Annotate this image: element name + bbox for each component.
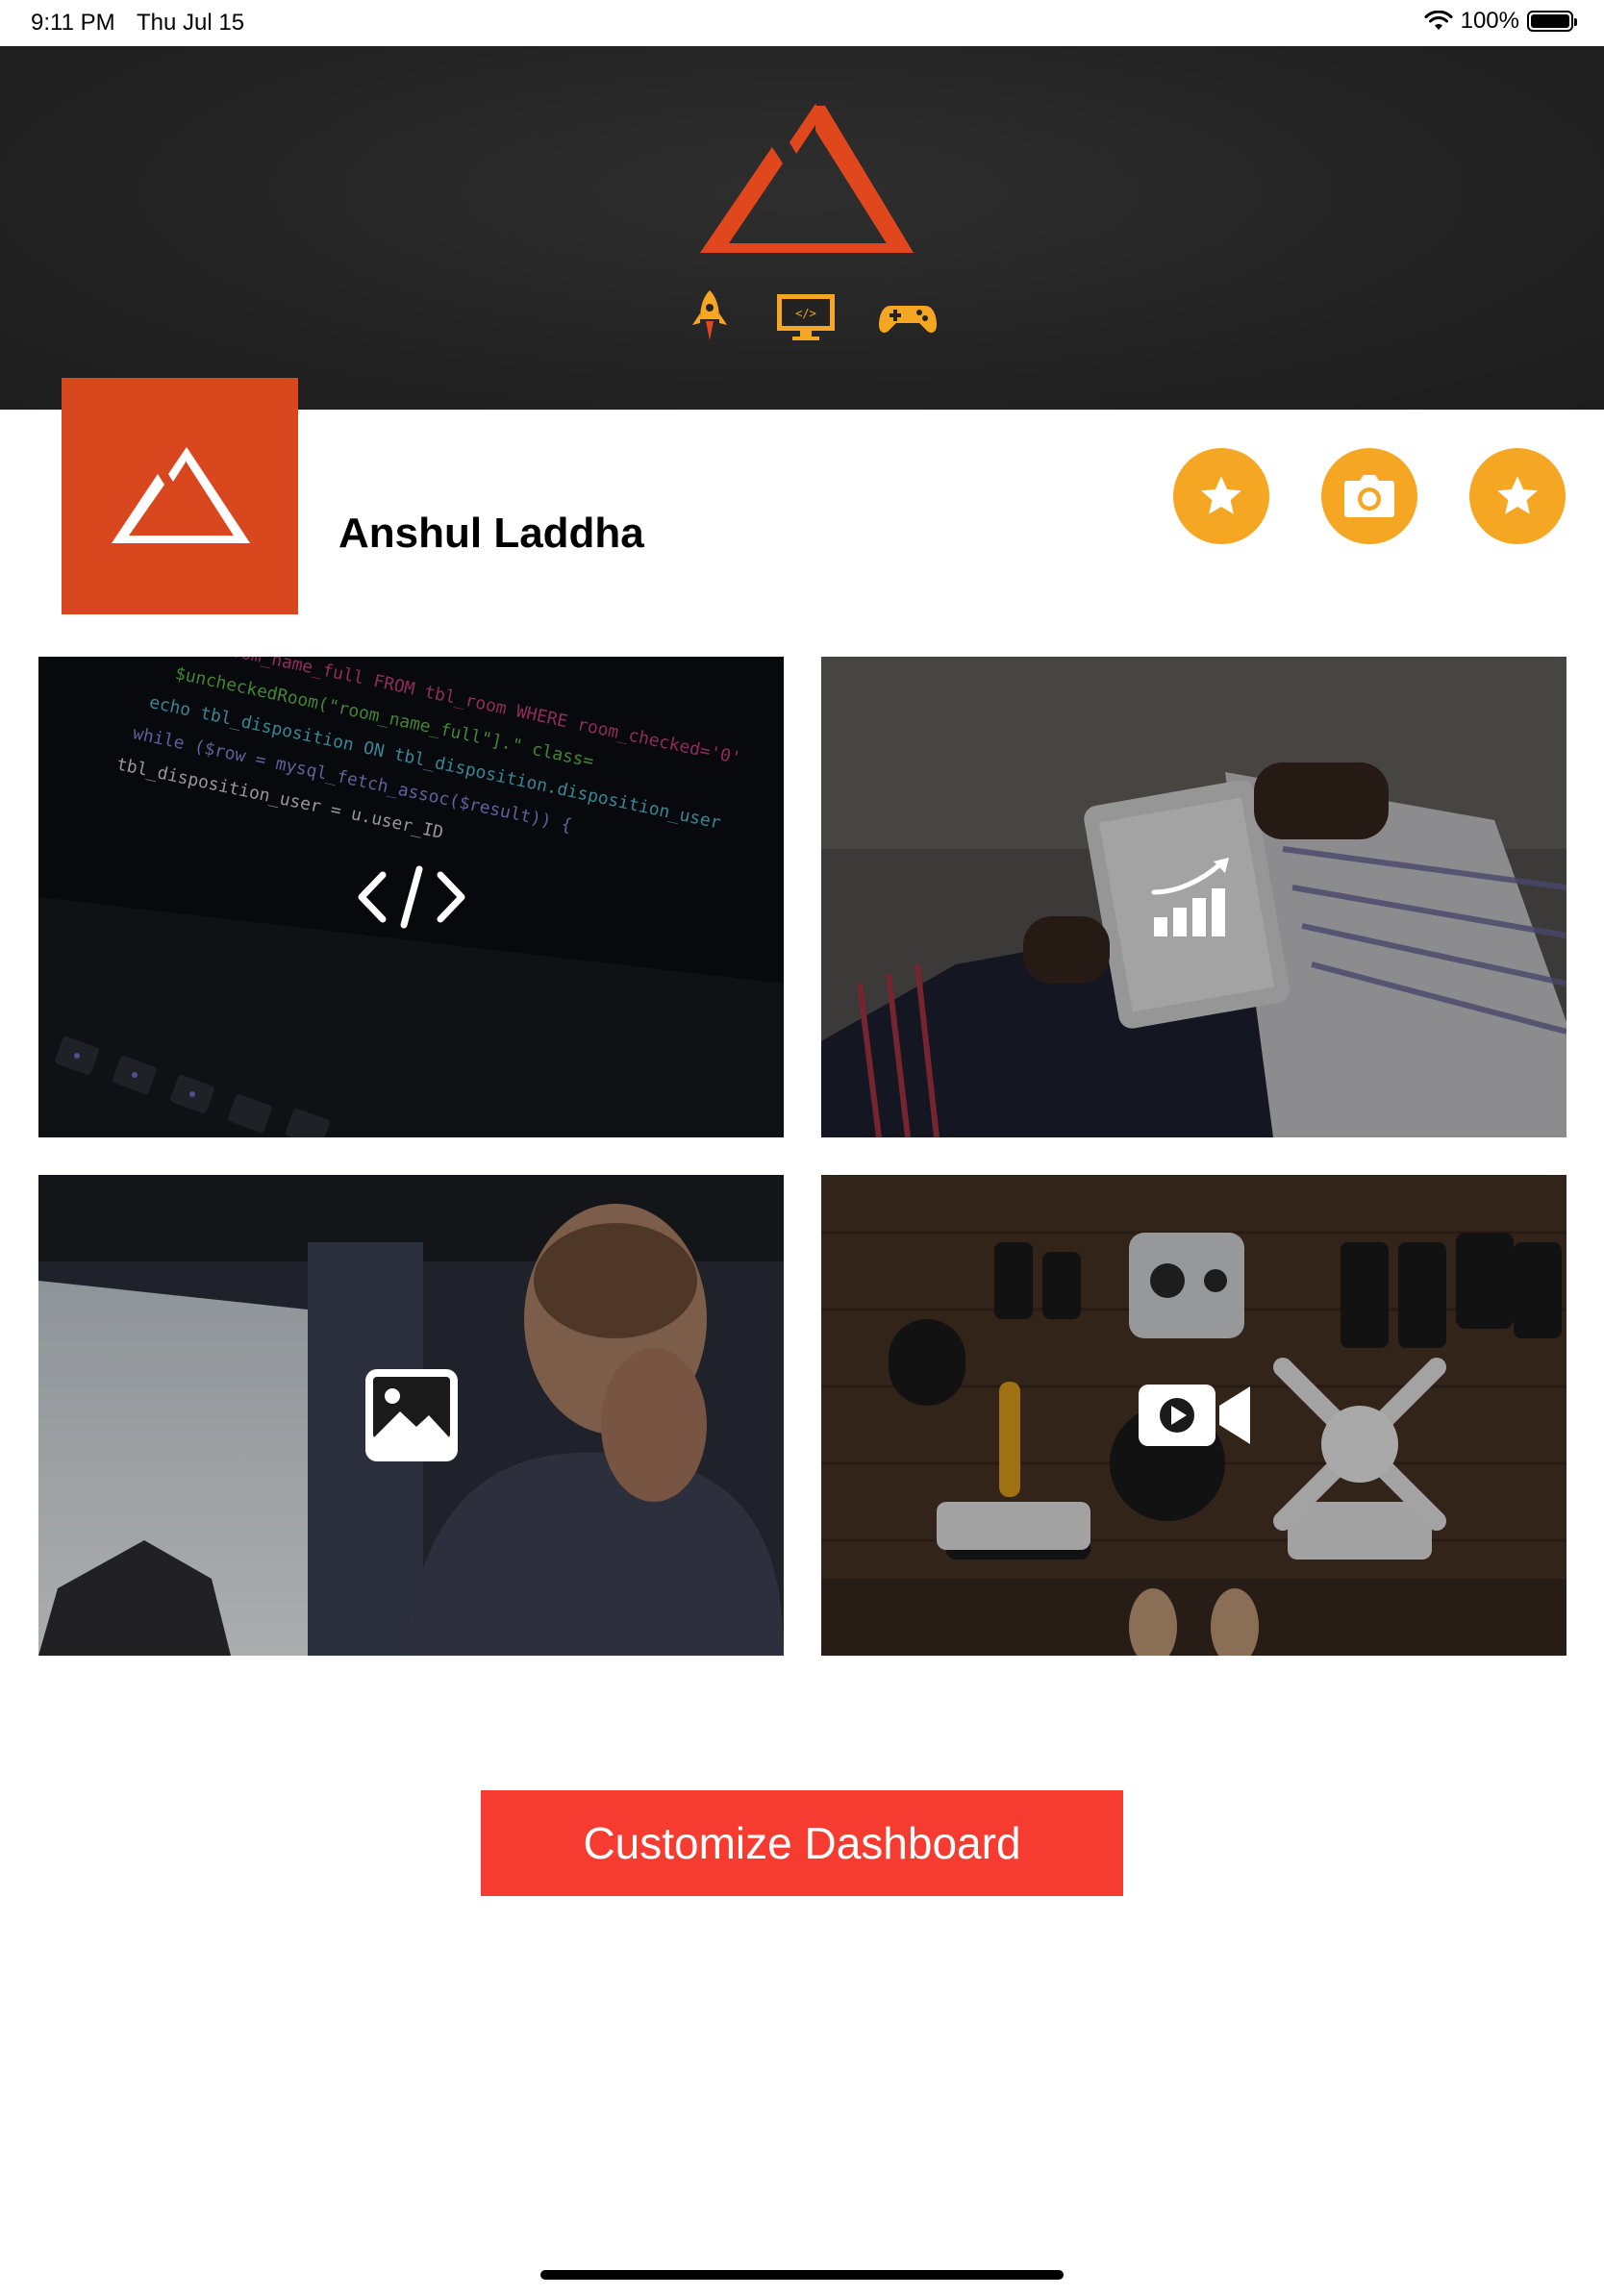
code-icon — [358, 865, 464, 929]
tile-video[interactable] — [821, 1175, 1566, 1656]
tile-analytics[interactable] — [821, 657, 1566, 1137]
status-time: 9:11 PM — [31, 10, 115, 36]
header-banner: </> — [0, 46, 1604, 410]
customize-dashboard-button[interactable]: Customize Dashboard — [481, 1790, 1123, 1896]
battery-icon — [1527, 11, 1577, 32]
tile-photo[interactable] — [38, 1175, 784, 1656]
photo-icon — [364, 1369, 458, 1461]
favorite-button-2[interactable] — [1469, 448, 1566, 544]
profile-name: Anshul Laddha — [338, 510, 644, 557]
star-icon — [1201, 476, 1241, 514]
battery-percent: 100% — [1460, 8, 1519, 34]
camera-icon — [1344, 475, 1394, 517]
home-indicator[interactable] — [540, 2270, 1064, 2280]
status-bar: 9:11 PM Thu Jul 15 100% — [0, 0, 1604, 46]
camera-button[interactable] — [1321, 448, 1417, 544]
wifi-icon — [1424, 11, 1453, 30]
profile-logo — [62, 378, 298, 614]
analytics-icon — [1151, 858, 1229, 936]
rocket-icon[interactable] — [679, 287, 740, 348]
video-icon — [1138, 1385, 1250, 1446]
status-right: 100% — [1424, 8, 1577, 35]
favorite-button-1[interactable] — [1173, 448, 1269, 544]
code-monitor-icon[interactable]: </> — [775, 287, 837, 348]
star-icon — [1497, 476, 1538, 514]
svg-text:</>: </> — [795, 307, 816, 320]
gamepad-icon[interactable] — [877, 287, 939, 348]
banner-icon-row: </> — [0, 287, 1604, 354]
mountain-logo — [700, 104, 914, 253]
status-date: Thu Jul 15 — [137, 10, 245, 36]
mountain-logo-icon — [112, 447, 250, 543]
tile-code[interactable]: $room_name_full FROM tbl_room WHERE room… — [38, 657, 784, 1137]
